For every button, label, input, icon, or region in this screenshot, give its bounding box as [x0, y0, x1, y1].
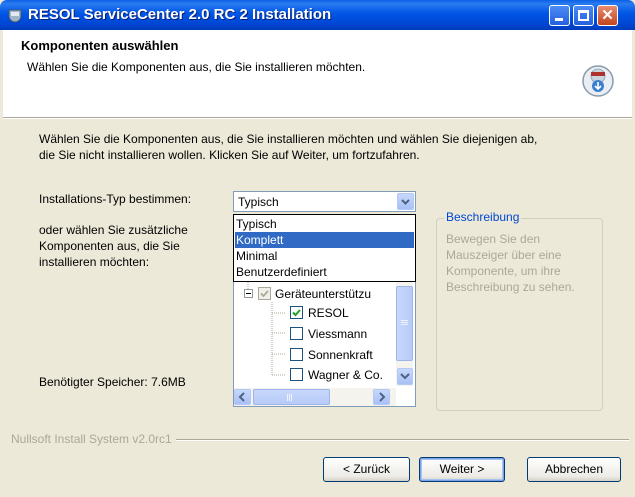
resol-checkbox[interactable] [290, 306, 303, 319]
scroll-left-button[interactable] [234, 389, 251, 405]
close-button[interactable]: ✕ [597, 5, 618, 26]
collapse-icon[interactable] [244, 289, 253, 298]
page-header: Komponenten auswählen Wählen Sie die Kom… [3, 30, 632, 117]
wagner-checkbox[interactable] [290, 368, 303, 381]
tree-item-wagner[interactable]: Wagner & Co. [308, 368, 383, 382]
installer-app-icon [8, 9, 22, 23]
description-line-3: Komponente, um ihre [446, 264, 561, 278]
next-button[interactable]: Weiter > [419, 457, 505, 482]
back-button[interactable]: < Zurück [323, 457, 410, 482]
check-icon [292, 309, 301, 317]
page-title: Komponenten auswählen [21, 38, 179, 53]
select-components-label: oder wählen Sie zusätzliche Komponenten … [39, 222, 188, 270]
description-line-2: Mauszeiger über eine [446, 248, 562, 262]
nullsoft-branding: Nullsoft Install System v2.0rc1 [11, 432, 176, 446]
maximize-button[interactable] [573, 5, 594, 26]
chevron-down-icon [401, 199, 410, 205]
instructions-line-1: Wählen Sie die Komponenten aus, die Sie … [39, 132, 538, 146]
window-title: RESOL ServiceCenter 2.0 RC 2 Installatio… [28, 6, 332, 23]
installer-disk-icon [582, 65, 614, 97]
install-type-dropdown-list[interactable]: Typisch Komplett Minimal Benutzerdefinie… [233, 214, 416, 282]
description-text: Bewegen Sie den Mauszeiger über eine Kom… [446, 231, 596, 295]
tree-vertical-thumb[interactable] [396, 286, 413, 361]
tree-item-viessmann[interactable]: Viessmann [308, 327, 367, 341]
description-line-4: Beschreibung zu sehen. [446, 280, 575, 294]
cancel-button[interactable]: Abbrechen [527, 457, 621, 482]
title-bar[interactable]: RESOL ServiceCenter 2.0 RC 2 Installatio… [0, 0, 635, 30]
space-required-label: Benötigter Speicher: 7.6MB [39, 375, 186, 389]
dropdown-button[interactable] [397, 193, 414, 210]
install-type-value: Typisch [238, 195, 279, 209]
partial-check-icon [260, 290, 269, 298]
select-components-label-line-2: Komponenten aus, die Sie [39, 239, 180, 253]
scroll-right-button[interactable] [373, 389, 390, 405]
minimize-button[interactable] [549, 5, 570, 26]
tree-horizontal-thumb[interactable] [253, 389, 330, 405]
viessmann-checkbox[interactable] [290, 327, 303, 340]
option-typisch[interactable]: Typisch [235, 216, 414, 232]
close-icon: ✕ [601, 7, 614, 24]
description-title: Beschreibung [444, 210, 522, 224]
select-components-label-line-3: installieren möchten: [39, 255, 150, 269]
instructions-text: Wählen Sie die Komponenten aus, die Sie … [39, 131, 619, 163]
option-komplett[interactable]: Komplett [235, 232, 414, 248]
install-type-label: Installations-Typ bestimmen: [39, 192, 192, 206]
scroll-down-button[interactable] [397, 368, 413, 385]
group-checkbox[interactable] [258, 287, 271, 300]
chevron-down-icon [400, 373, 410, 380]
sonnenkraft-checkbox[interactable] [290, 348, 303, 361]
select-components-label-line-1: oder wählen Sie zusätzliche [39, 223, 188, 237]
tree-item-resol[interactable]: RESOL [308, 306, 349, 320]
tree-item-sonnenkraft[interactable]: Sonnenkraft [308, 348, 373, 362]
instructions-line-2: die Sie nicht installieren wollen. Klick… [39, 148, 420, 162]
chevron-left-icon [238, 392, 245, 402]
description-line-1: Bewegen Sie den [446, 232, 541, 246]
option-benutzerdefiniert[interactable]: Benutzerdefiniert [235, 264, 414, 280]
page-subtitle: Wählen Sie die Komponenten aus, die Sie … [27, 60, 366, 74]
header-separator [3, 117, 632, 119]
install-type-select[interactable]: Typisch [233, 191, 416, 212]
option-minimal[interactable]: Minimal [235, 248, 414, 264]
installer-window: RESOL ServiceCenter 2.0 RC 2 Installatio… [0, 0, 635, 497]
minimize-icon [555, 18, 563, 21]
chevron-right-icon [379, 392, 386, 402]
tree-group-label[interactable]: Geräteunterstützu [275, 287, 371, 301]
maximize-icon [578, 10, 589, 21]
